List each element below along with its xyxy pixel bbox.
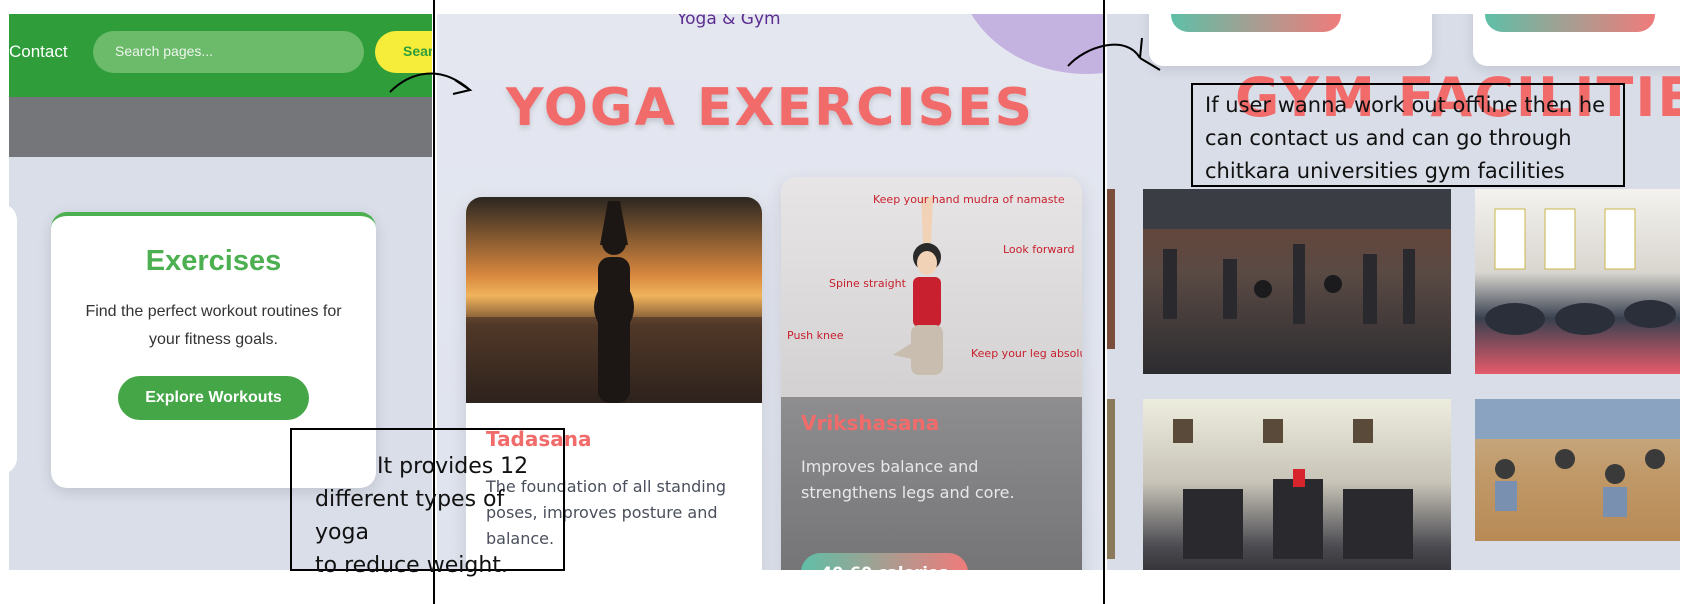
vrikshasana-diagram: Keep your hand mudra of namaste Spine st… [781, 177, 1082, 397]
yoga-class-photo [1475, 189, 1680, 374]
silhouette-figure [466, 201, 762, 403]
yoga-card-vrikshasana[interactable]: Keep your hand mudra of namaste Spine st… [781, 177, 1082, 570]
calories-pill-right[interactable]: 50-70 calories [1485, 14, 1655, 32]
gym-machines-scene [1173, 419, 1413, 559]
annotation-line: chitkara universities gym facilities [1205, 159, 1565, 183]
annotation-line: It provides 12 [377, 454, 529, 479]
annotation-line: different types of yoga [315, 487, 505, 545]
gym-photo-machines [1143, 399, 1451, 570]
label-leg: Keep your leg absolutely erect [971, 347, 1082, 360]
divider-line-right [1103, 0, 1105, 604]
students-yoga-photo [1475, 399, 1680, 541]
label-hand: Keep your hand mudra of namaste [873, 193, 1065, 206]
label-knee: Push knee [787, 329, 844, 342]
yoga-card-name: Vrikshasana [801, 411, 940, 435]
top-navbar: Contact Search pages... Sear [9, 14, 432, 97]
yoga-exercises-heading: YOGA EXERCISES [505, 78, 1035, 138]
nav-link-contact[interactable]: Contact [9, 42, 68, 62]
annotation-yoga-count: It provides 12 different types of yoga t… [290, 428, 565, 578]
partial-card [9, 204, 17, 474]
annotation-line: can contact us and can go through [1205, 126, 1572, 150]
exercises-card-description: Find the perfect workout routines for yo… [85, 303, 342, 348]
tree-pose-figure: Keep your hand mudra of namaste Spine st… [787, 193, 1082, 375]
annotation-line: If user wanna work out offline then he [1205, 93, 1606, 117]
yoga-card-description: Improves balance and strengthens legs an… [801, 457, 1015, 502]
gym-photo-weights [1143, 189, 1451, 374]
label-look: Look forward [1003, 243, 1074, 256]
explore-workouts-button[interactable]: Explore Workouts [118, 376, 309, 420]
calories-pill-left[interactable]: 40-60 calories [1171, 14, 1341, 32]
arrow-icon [1067, 37, 1161, 71]
gym-scene [1143, 189, 1451, 324]
arrow-icon [389, 72, 473, 95]
label-spine: Spine straight [829, 277, 907, 290]
annotation-gym-offline: If user wanna work out offline then he c… [1191, 83, 1625, 187]
yoga-class-scene [1485, 208, 1676, 335]
header-band [9, 97, 432, 157]
annotation-line: to reduce weight. [315, 553, 508, 578]
exercises-card-title: Exercises [145, 245, 282, 277]
calories-badge[interactable]: 40-60 calories [801, 553, 969, 570]
brand-name[interactable]: Yoga & Gym [677, 14, 781, 29]
partial-image [1107, 399, 1115, 559]
partial-image [1107, 189, 1115, 349]
search-input[interactable]: Search pages... [93, 31, 364, 73]
tadasana-image [466, 197, 762, 403]
students-scene [1475, 399, 1680, 517]
